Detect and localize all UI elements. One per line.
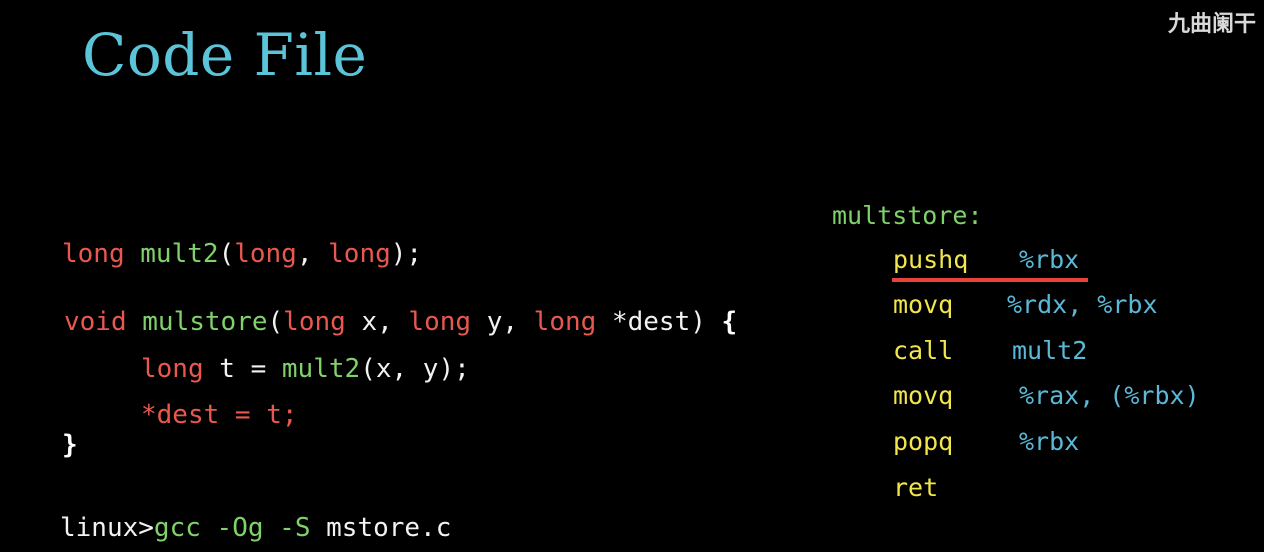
def-param3-type: long <box>533 307 597 337</box>
open-brace: { <box>721 307 738 337</box>
def-param1: x, <box>345 307 409 337</box>
call-func-name: mult2 <box>281 354 361 384</box>
proto-return-type: long <box>62 239 125 269</box>
def-return-type: void <box>64 307 127 337</box>
channel-watermark: 九曲阑干 <box>1167 12 1256 37</box>
asm-opcode: call <box>893 336 954 365</box>
def-param3: *dest) <box>596 307 722 337</box>
asm-operands: %rax, (%rbx) <box>1019 381 1200 410</box>
command-line: linux>gcc -Og -S mstore.c <box>60 515 451 541</box>
asm-operands: %rdx, %rbx <box>1007 290 1158 319</box>
asm-operands: %rbx <box>1019 427 1080 456</box>
asm-opcode: pushq <box>893 245 969 274</box>
proto-arg1-type: long <box>234 239 297 269</box>
def-func-name: mulstore <box>142 307 268 337</box>
asm-operands: mult2 <box>1012 336 1088 365</box>
local-var-type: long <box>141 354 204 384</box>
c-body-line-2: *dest = t; <box>141 400 298 430</box>
call-args: (x, y); <box>360 354 470 384</box>
slide-title: Code File <box>82 21 368 89</box>
close-brace: } <box>62 430 78 460</box>
proto-open-paren: ( <box>218 239 235 269</box>
asm-opcode: movq <box>893 290 954 319</box>
source-file-name: mstore.c <box>326 513 452 543</box>
local-var-assign: t = <box>203 354 282 384</box>
asm-opcode: ret <box>893 473 939 502</box>
proto-close: ); <box>390 239 423 269</box>
def-param2: y, <box>471 307 534 337</box>
asm-operands: %rbx <box>1019 245 1080 274</box>
c-function-signature: void mulstore(long x, long y, long *dest… <box>64 309 737 335</box>
proto-comma: , <box>296 239 329 269</box>
asm-instruction-row: pushq <box>893 247 968 272</box>
shell-prompt: linux> <box>60 513 154 543</box>
asm-instruction-row: ret <box>893 475 938 500</box>
asm-instruction-row: movq <box>893 292 953 317</box>
optimize-flag: -Og <box>216 513 264 543</box>
def-param1-type: long <box>283 307 346 337</box>
c-prototype-line: long mult2(long, long); <box>62 241 422 267</box>
def-param2-type: long <box>408 307 472 337</box>
asm-instruction-row: call <box>893 338 953 363</box>
proto-arg2-type: long <box>328 239 391 269</box>
gcc-command: gcc <box>153 513 201 543</box>
asm-opcode: movq <box>893 381 954 410</box>
def-open-paren: ( <box>267 307 284 337</box>
asm-instruction-row: movq <box>893 383 953 408</box>
highlight-underline <box>892 278 1088 282</box>
asm-label: multstore: <box>832 201 983 230</box>
assemble-flag: -S <box>279 513 311 543</box>
asm-instruction-row: popq <box>893 429 953 454</box>
c-body-line-1: long t = mult2(x, y); <box>141 356 470 382</box>
asm-opcode: popq <box>893 427 954 456</box>
proto-func-name: mult2 <box>140 239 219 269</box>
